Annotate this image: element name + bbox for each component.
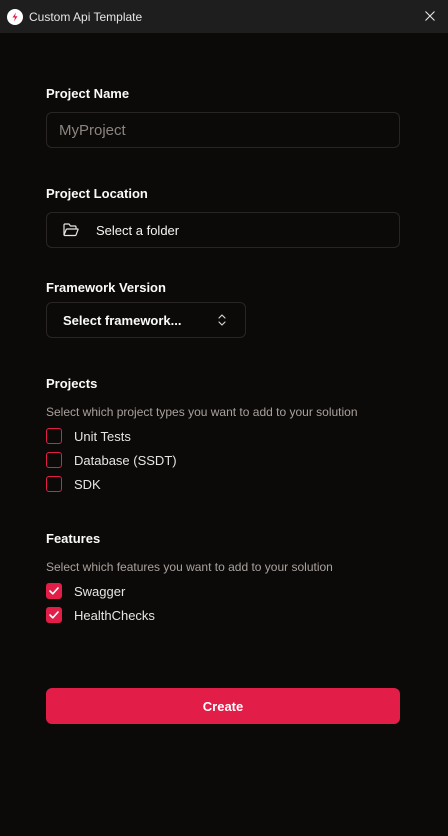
- features-heading: Features: [46, 531, 101, 546]
- checkbox-checked[interactable]: [46, 607, 62, 623]
- check-icon: [49, 587, 59, 595]
- folder-open-icon: [63, 223, 79, 237]
- checkbox[interactable]: [46, 428, 62, 444]
- checkbox-database-ssdt[interactable]: Database (SSDT): [46, 452, 177, 468]
- framework-select-value: Select framework...: [63, 312, 182, 328]
- checkbox[interactable]: [46, 476, 62, 492]
- checkbox-label: Unit Tests: [74, 428, 131, 444]
- close-button[interactable]: [418, 4, 442, 28]
- checkbox-label: Swagger: [74, 583, 126, 599]
- app-icon: [7, 8, 23, 25]
- checkbox-sdk[interactable]: SDK: [46, 476, 101, 492]
- features-description: Select which features you want to add to…: [46, 560, 333, 574]
- project-name-input[interactable]: [46, 112, 400, 148]
- checkbox-label: SDK: [74, 476, 101, 492]
- checkbox-label: Database (SSDT): [74, 452, 177, 468]
- projects-heading: Projects: [46, 376, 98, 391]
- checkbox-checked[interactable]: [46, 583, 62, 599]
- checkbox[interactable]: [46, 452, 62, 468]
- check-icon: [49, 611, 59, 619]
- close-icon: [425, 11, 435, 21]
- select-folder-button[interactable]: Select a folder: [46, 212, 400, 248]
- checkbox-healthchecks[interactable]: HealthChecks: [46, 607, 155, 623]
- framework-version-label: Framework Version: [46, 280, 166, 295]
- title-bar: Custom Api Template: [0, 0, 448, 33]
- window-title: Custom Api Template: [29, 9, 143, 24]
- create-button[interactable]: Create: [46, 688, 400, 724]
- checkbox-swagger[interactable]: Swagger: [46, 583, 125, 599]
- checkbox-unit-tests[interactable]: Unit Tests: [46, 428, 131, 444]
- project-location-label: Project Location: [46, 186, 148, 201]
- checkbox-label: HealthChecks: [74, 607, 155, 623]
- projects-description: Select which project types you want to a…: [46, 405, 358, 419]
- chevrons-up-down-icon: [218, 314, 226, 326]
- project-name-label: Project Name: [46, 86, 130, 101]
- select-folder-label: Select a folder: [96, 222, 180, 238]
- framework-select[interactable]: Select framework...: [46, 302, 246, 338]
